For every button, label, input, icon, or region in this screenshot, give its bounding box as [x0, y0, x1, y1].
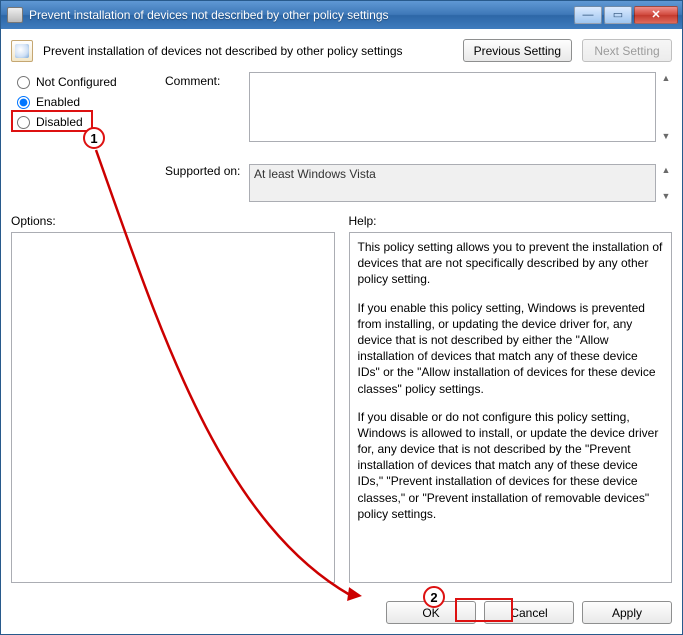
close-icon: ✕: [651, 10, 660, 21]
annotation-badge-2: 2: [423, 586, 445, 608]
radio-enabled-label: Enabled: [36, 95, 80, 109]
policy-icon: [11, 40, 33, 62]
scroll-down-icon[interactable]: ▼: [660, 190, 672, 202]
close-button[interactable]: ✕: [634, 6, 678, 24]
upper-grid: Not Configured Enabled Disabled Comment:…: [11, 72, 672, 202]
supported-scroll: ▲ ▼: [660, 164, 672, 202]
help-paragraph: If you enable this policy setting, Windo…: [358, 300, 664, 397]
cancel-button[interactable]: Cancel: [484, 601, 574, 624]
previous-setting-button[interactable]: Previous Setting: [463, 39, 572, 62]
content-area: Prevent installation of devices not desc…: [1, 29, 682, 593]
scroll-up-icon[interactable]: ▲: [660, 164, 672, 176]
minimize-icon: —: [583, 10, 594, 21]
radio-not-configured-label: Not Configured: [36, 75, 117, 89]
state-radios: Not Configured Enabled Disabled: [11, 72, 161, 132]
supported-on-field: [249, 164, 656, 202]
window-controls: — ▭ ✕: [574, 6, 678, 24]
radio-disabled-input[interactable]: [17, 116, 30, 129]
minimize-button[interactable]: —: [574, 6, 602, 24]
header-row: Prevent installation of devices not desc…: [11, 39, 672, 62]
window-title: Prevent installation of devices not desc…: [29, 8, 574, 22]
footer: OK Cancel Apply: [1, 593, 682, 634]
scroll-down-icon[interactable]: ▼: [660, 130, 672, 142]
dialog-window: Prevent installation of devices not desc…: [0, 0, 683, 635]
titlebar-icon: [7, 7, 23, 23]
options-label: Options:: [11, 214, 335, 228]
lower-grid: Options: Help: This policy setting allow…: [11, 214, 672, 583]
annotation-badge-1: 1: [83, 127, 105, 149]
apply-button[interactable]: Apply: [582, 601, 672, 624]
help-paragraph: This policy setting allows you to preven…: [358, 239, 664, 288]
scroll-up-icon[interactable]: ▲: [660, 72, 672, 84]
titlebar[interactable]: Prevent installation of devices not desc…: [1, 1, 682, 29]
policy-title: Prevent installation of devices not desc…: [43, 44, 453, 58]
options-pane: [11, 232, 335, 583]
help-pane: This policy setting allows you to preven…: [349, 232, 673, 583]
comment-label: Comment:: [165, 72, 245, 88]
radio-disabled-label: Disabled: [36, 115, 83, 129]
comment-field[interactable]: [249, 72, 656, 142]
supported-on-label: Supported on:: [165, 164, 245, 178]
comment-scroll: ▲ ▼: [660, 72, 672, 142]
maximize-button[interactable]: ▭: [604, 6, 632, 24]
radio-enabled[interactable]: Enabled: [17, 92, 161, 112]
help-label: Help:: [349, 214, 673, 228]
maximize-icon: ▭: [613, 10, 623, 21]
annotation-arrow-head: [347, 587, 363, 603]
radio-not-configured[interactable]: Not Configured: [17, 72, 161, 92]
help-paragraph: If you disable or do not configure this …: [358, 409, 664, 522]
next-setting-button[interactable]: Next Setting: [582, 39, 672, 62]
radio-not-configured-input[interactable]: [17, 76, 30, 89]
radio-enabled-input[interactable]: [17, 96, 30, 109]
